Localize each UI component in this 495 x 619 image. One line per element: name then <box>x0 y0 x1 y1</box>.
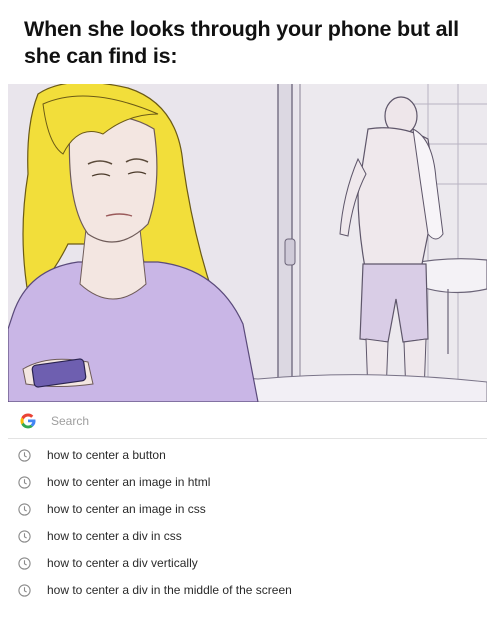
suggestion-text: how to center an image in html <box>47 475 211 489</box>
suggestion-item[interactable]: how to center a button <box>8 442 487 469</box>
history-clock-icon <box>18 584 31 597</box>
suggestion-text: how to center a button <box>47 448 166 462</box>
search-suggestions-list: how to center a button how to center an … <box>8 442 487 604</box>
suggestion-text: how to center a div in css <box>47 529 182 543</box>
suggestion-item[interactable]: how to center an image in html <box>8 469 487 496</box>
suggestion-item[interactable]: how to center a div in the middle of the… <box>8 577 487 604</box>
suggestion-item[interactable]: how to center a div in css <box>8 523 487 550</box>
suggestion-item[interactable]: how to center a div vertically <box>8 550 487 577</box>
history-clock-icon <box>18 449 31 462</box>
search-input[interactable]: Search <box>51 414 89 428</box>
suggestion-text: how to center an image in css <box>47 502 206 516</box>
history-clock-icon <box>18 476 31 489</box>
suggestion-text: how to center a div in the middle of the… <box>47 583 292 597</box>
meme-caption: When she looks through your phone but al… <box>24 17 459 68</box>
history-clock-icon <box>18 557 31 570</box>
google-g-icon <box>18 411 38 431</box>
history-clock-icon <box>18 530 31 543</box>
comic-illustration <box>8 84 487 402</box>
search-bar[interactable]: Search <box>8 404 487 439</box>
suggestion-text: how to center a div vertically <box>47 556 198 570</box>
suggestion-item[interactable]: how to center an image in css <box>8 496 487 523</box>
history-clock-icon <box>18 503 31 516</box>
